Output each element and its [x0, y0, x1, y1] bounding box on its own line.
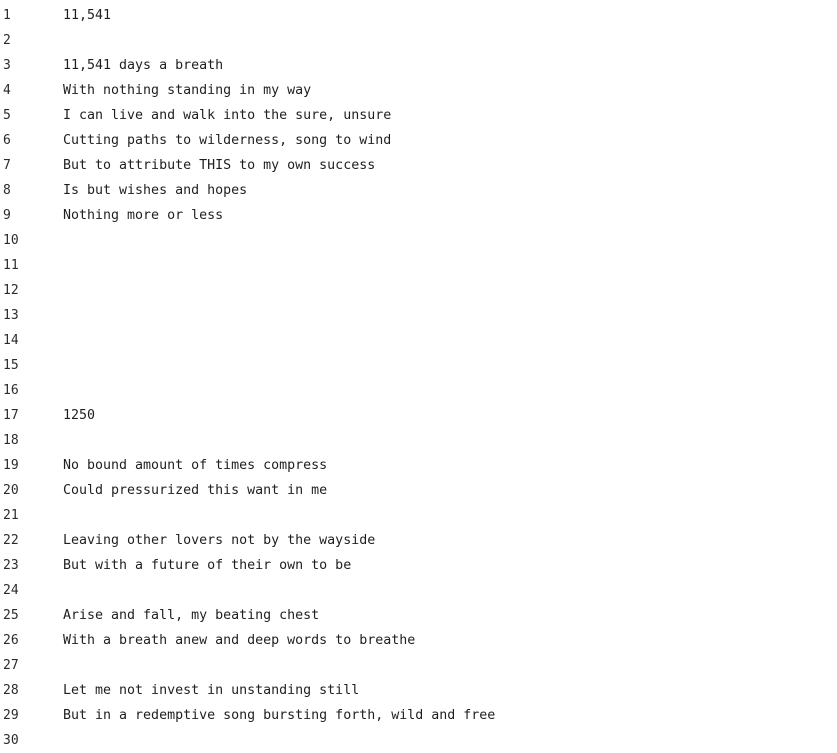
editor-line[interactable]: 12 — [0, 278, 837, 303]
line-text[interactable]: 11,541 days a breath — [63, 53, 223, 78]
line-number: 4 — [3, 83, 11, 98]
line-number: 19 — [3, 458, 19, 473]
editor-line[interactable]: 26 With a breath anew and deep words to b… — [0, 628, 837, 653]
line-number: 28 — [3, 683, 19, 698]
line-text[interactable]: With nothing standing in my way — [63, 78, 311, 103]
line-number: 20 — [3, 483, 19, 498]
line-text[interactable]: Cutting paths to wilderness, song to win… — [63, 128, 391, 153]
editor-line[interactable]: 13 — [0, 303, 837, 328]
line-number: 12 — [3, 283, 19, 298]
editor-line[interactable]: 10 — [0, 228, 837, 253]
line-number: 21 — [3, 508, 19, 523]
editor-line[interactable]: 16 — [0, 378, 837, 403]
line-number: 7 — [3, 158, 11, 173]
editor-line[interactable]: 4 With nothing standing in my way — [0, 78, 837, 103]
editor-line[interactable]: 17 1250 — [0, 403, 837, 428]
line-text[interactable]: Could pressurized this want in me — [63, 478, 327, 503]
editor-line[interactable]: 7 But to attribute THIS to my own success — [0, 153, 837, 178]
line-text[interactable]: 11,541 — [63, 3, 111, 28]
line-number: 3 — [3, 58, 11, 73]
editor-line[interactable]: 9 Nothing more or less — [0, 203, 837, 228]
line-number: 22 — [3, 533, 19, 548]
line-number: 27 — [3, 658, 19, 673]
line-text[interactable]: Let me not invest in unstanding still — [63, 678, 359, 703]
line-number: 18 — [3, 433, 19, 448]
line-number: 24 — [3, 583, 19, 598]
editor-line[interactable]: 6 Cutting paths to wilderness, song to wi… — [0, 128, 837, 153]
line-number: 6 — [3, 133, 11, 148]
line-number: 2 — [3, 33, 11, 48]
line-number: 25 — [3, 608, 19, 623]
line-number: 17 — [3, 408, 19, 423]
editor-line[interactable]: 24 — [0, 578, 837, 603]
line-number: 8 — [3, 183, 11, 198]
line-text[interactable]: 1250 — [63, 403, 95, 428]
line-number: 5 — [3, 108, 11, 123]
line-text[interactable]: But in a redemptive song bursting forth,… — [63, 703, 495, 728]
editor-line[interactable]: 8 Is but wishes and hopes — [0, 178, 837, 203]
line-text[interactable]: Nothing more or less — [63, 203, 223, 228]
line-text[interactable]: No bound amount of times compress — [63, 453, 327, 478]
editor-line[interactable]: 28 Let me not invest in unstanding still — [0, 678, 837, 703]
line-text[interactable]: I can live and walk into the sure, unsur… — [63, 103, 391, 128]
editor-line[interactable]: 22 Leaving other lovers not by the waysid… — [0, 528, 837, 553]
editor-line[interactable]: 23 But with a future of their own to be — [0, 553, 837, 578]
line-number: 30 — [3, 733, 19, 748]
editor-line[interactable]: 11 — [0, 253, 837, 278]
editor-line[interactable]: 2 — [0, 28, 837, 53]
line-text[interactable]: Arise and fall, my beating chest — [63, 603, 319, 628]
line-number: 15 — [3, 358, 19, 373]
editor-line[interactable]: 27 — [0, 653, 837, 678]
editor-line[interactable]: 15 — [0, 353, 837, 378]
editor-line[interactable]: 30 — [0, 728, 837, 753]
line-number: 26 — [3, 633, 19, 648]
editor-line[interactable]: 1 11,541 — [0, 3, 837, 28]
editor-line[interactable]: 25 Arise and fall, my beating chest — [0, 603, 837, 628]
line-number: 13 — [3, 308, 19, 323]
editor-line[interactable]: 29 But in a redemptive song bursting fort… — [0, 703, 837, 728]
text-editor[interactable]: 1 11,541 2 3 11,541 days a breath 4 With no… — [0, 3, 837, 753]
line-text[interactable]: With a breath anew and deep words to bre… — [63, 628, 415, 653]
editor-line[interactable]: 20 Could pressurized this want in me — [0, 478, 837, 503]
editor-line[interactable]: 14 — [0, 328, 837, 353]
line-number: 1 — [3, 8, 11, 23]
editor-line[interactable]: 3 11,541 days a breath — [0, 53, 837, 78]
editor-line[interactable]: 19 No bound amount of times compress — [0, 453, 837, 478]
editor-line[interactable]: 21 — [0, 503, 837, 528]
line-number: 11 — [3, 258, 19, 273]
editor-line[interactable]: 5 I can live and walk into the sure, unsu… — [0, 103, 837, 128]
line-number: 10 — [3, 233, 19, 248]
line-number: 16 — [3, 383, 19, 398]
line-text[interactable]: Leaving other lovers not by the wayside — [63, 528, 375, 553]
line-text[interactable]: Is but wishes and hopes — [63, 178, 247, 203]
line-text[interactable]: But with a future of their own to be — [63, 553, 351, 578]
line-number: 23 — [3, 558, 19, 573]
line-number: 14 — [3, 333, 19, 348]
line-number: 29 — [3, 708, 19, 723]
editor-line[interactable]: 18 — [0, 428, 837, 453]
line-number: 9 — [3, 208, 11, 223]
line-text[interactable]: But to attribute THIS to my own success — [63, 153, 375, 178]
